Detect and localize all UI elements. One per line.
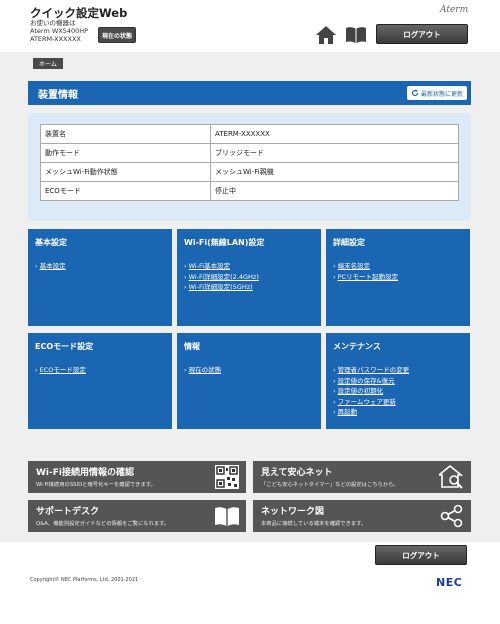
page-title: 装置情報	[38, 90, 78, 101]
open-book-icon	[215, 507, 239, 526]
link-basic-settings[interactable]: 基本設定	[35, 261, 66, 272]
tile-title: Wi-Fi接続用情報の確認	[36, 468, 134, 478]
tile-eco-mode: ECOモード設定 ECOモード設定	[28, 333, 172, 429]
link-pc-remote-wake[interactable]: PCリモート起動設定	[333, 272, 398, 283]
manual-book-icon[interactable]	[345, 26, 367, 44]
link-wifi-basic[interactable]: Wi-Fi基本設定	[184, 261, 259, 272]
row-value: 停止中	[210, 181, 459, 201]
link-factory-reset[interactable]: 設定値の初期化	[333, 386, 409, 397]
aterm-logo: Aterm	[440, 5, 469, 15]
tile-information: 情報 現在の状態	[177, 333, 321, 429]
tile-title: 情報	[184, 342, 200, 351]
tile-description: Wi-Fi接続用のSSIDと暗号化キーを確認できます。	[36, 482, 156, 488]
tile-title: 基本設定	[35, 238, 67, 247]
link-device-name[interactable]: 端末名設定	[333, 261, 398, 272]
table-row: ECOモード 停止中	[40, 181, 459, 201]
device-info-header: 装置情報 最新状態に更新	[28, 81, 471, 105]
row-value: ブリッジモード	[210, 143, 459, 163]
logout-button-bottom[interactable]: ログアウト	[375, 545, 467, 565]
link-reboot[interactable]: 再起動	[333, 407, 409, 418]
tile-title: ネットワーク図	[261, 507, 325, 517]
mieru-anshin-net-button[interactable]: 見えて安心ネット 「こども安心ネットタイマー」などの設定はこちらから。	[253, 461, 471, 493]
row-value: ATERM-XXXXXX	[210, 124, 459, 144]
home-icon[interactable]	[315, 25, 337, 45]
tile-description: 本商品に接続している端末を確認できます。	[261, 521, 367, 527]
tile-description: Q&A、機能別設定ガイドなどの情報をご覧になれます。	[36, 521, 170, 527]
link-wifi-5ghz[interactable]: Wi-Fi詳細設定(5GHz)	[184, 282, 259, 293]
tile-title: メンテナンス	[333, 342, 381, 351]
tile-title: 詳細設定	[333, 238, 365, 247]
table-row: 装置名 ATERM-XXXXXX	[40, 124, 459, 144]
refresh-button[interactable]: 最新状態に更新	[406, 86, 467, 100]
link-firmware-update[interactable]: ファームウェア更新	[333, 397, 409, 408]
link-eco-mode[interactable]: ECOモード設定	[35, 365, 86, 376]
tile-basic-settings: 基本設定 基本設定	[28, 229, 172, 326]
tile-advanced-settings: 詳細設定 端末名設定 PCリモート起動設定	[326, 229, 470, 326]
tile-wifi-settings: Wi-Fi(無線LAN)設定 Wi-Fi基本設定 Wi-Fi詳細設定(2.4GH…	[177, 229, 321, 326]
support-desk-button[interactable]: サポートデスク Q&A、機能別設定ガイドなどの情報をご覧になれます。	[28, 500, 246, 532]
header: クイック設定Web お使いの機器は Aterm WX5400HP ATERM-X…	[0, 0, 500, 52]
breadcrumb-home[interactable]: ホーム	[33, 58, 63, 69]
link-admin-password[interactable]: 管理者パスワードの変更	[333, 365, 410, 376]
row-key: メッシュWi-Fi動作状態	[40, 162, 211, 182]
device-line-1: お使いの機器は	[30, 19, 76, 27]
tile-title: Wi-Fi(無線LAN)設定	[184, 238, 265, 247]
device-model: Aterm WX5400HP	[30, 27, 89, 35]
row-key: 装置名	[40, 124, 211, 144]
wifi-connection-info-button[interactable]: Wi-Fi接続用情報の確認 Wi-Fi接続用のSSIDと暗号化キーを確認できます…	[28, 461, 246, 493]
qr-code-icon	[215, 465, 239, 489]
logout-button-top[interactable]: ログアウト	[376, 24, 468, 44]
house-search-icon	[439, 464, 464, 489]
network-icon	[440, 504, 463, 528]
device-info-table: 装置名 ATERM-XXXXXX 動作モード ブリッジモード メッシュWi-Fi…	[40, 124, 459, 201]
network-map-button[interactable]: ネットワーク図 本商品に接続している端末を確認できます。	[253, 500, 471, 532]
tile-maintenance: メンテナンス 管理者パスワードの変更 設定値の保存&復元 設定値の初期化 ファー…	[326, 333, 470, 429]
refresh-icon	[411, 89, 419, 97]
row-key: 動作モード	[40, 143, 211, 163]
tile-description: 「こども安心ネットタイマー」などの設定はこちらから。	[261, 482, 399, 488]
row-value: メッシュWi-Fi親機	[210, 162, 459, 182]
tile-title: 見えて安心ネット	[261, 468, 333, 478]
link-wifi-24ghz[interactable]: Wi-Fi詳細設定(2.4GHz)	[184, 272, 259, 283]
tile-title: ECOモード設定	[35, 342, 94, 351]
table-row: 動作モード ブリッジモード	[40, 143, 459, 163]
current-status-button[interactable]: 現在の状態	[98, 27, 136, 43]
link-current-status[interactable]: 現在の状態	[184, 365, 222, 376]
tile-title: サポートデスク	[36, 507, 100, 517]
row-key: ECOモード	[40, 181, 211, 201]
device-info-panel: 装置名 ATERM-XXXXXX 動作モード ブリッジモード メッシュWi-Fi…	[28, 113, 471, 221]
table-row: メッシュWi-Fi動作状態 メッシュWi-Fi親機	[40, 162, 459, 182]
copyright: Copyright© NEC Platforms, Ltd. 2001-2021	[30, 577, 139, 583]
nec-logo: NEC	[436, 576, 463, 589]
refresh-label: 最新状態に更新	[420, 90, 463, 98]
device-name: ATERM-XXXXXX	[30, 35, 81, 43]
link-save-restore[interactable]: 設定値の保存&復元	[333, 376, 409, 387]
